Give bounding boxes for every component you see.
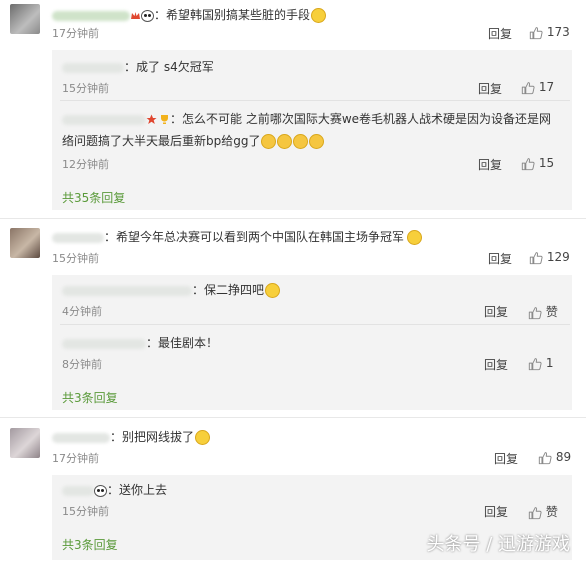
cat-emoji-icon bbox=[407, 230, 423, 245]
crying-emoji-icon bbox=[261, 134, 277, 149]
reply-item: ：成了 s4欠冠军 bbox=[62, 58, 214, 75]
like-count: 89 bbox=[555, 450, 572, 464]
comment-time: 15分钟前 bbox=[52, 252, 99, 265]
watermark: 头条号 / 迅游游戏 bbox=[426, 534, 570, 555]
reply-button[interactable]: 回复 bbox=[484, 503, 508, 520]
comment-text: ：希望今年总决赛可以看到两个中国队在韩国主场争冠军 bbox=[104, 230, 405, 244]
divider bbox=[60, 324, 570, 325]
username[interactable] bbox=[62, 338, 146, 349]
like-count: 1 bbox=[545, 356, 554, 370]
comment-2: ：希望今年总决赛可以看到两个中国队在韩国主场争冠军 bbox=[52, 228, 423, 245]
reply-text: ：怎么不可能 之前哪次国际大赛we卷毛机器人战术硬是因为设备还是网 bbox=[170, 112, 552, 126]
reply-button[interactable]: 回复 bbox=[478, 156, 502, 173]
reply-text: ：成了 s4欠冠军 bbox=[124, 60, 214, 74]
divider bbox=[0, 417, 586, 418]
reply-text-line2: 络问题搞了大半天最后重新bp给gg了 bbox=[62, 132, 325, 149]
star-badge-icon bbox=[146, 114, 157, 125]
username[interactable] bbox=[52, 432, 110, 443]
thumbs-up-icon bbox=[538, 451, 552, 465]
like-button[interactable]: 129 bbox=[529, 250, 570, 265]
reply-item: ：最佳剧本！ bbox=[62, 334, 218, 351]
reply-text: ：送你上去 bbox=[107, 483, 168, 497]
reply-item: ：送你上去 bbox=[62, 481, 167, 498]
like-button[interactable]: 赞 bbox=[528, 503, 558, 520]
reply-time: 8分钟前 bbox=[62, 358, 102, 371]
thumbs-up-icon bbox=[529, 251, 543, 265]
crown-badge-icon bbox=[130, 10, 141, 21]
reply-button[interactable]: 回复 bbox=[488, 250, 512, 267]
divider bbox=[60, 100, 570, 101]
more-replies-link[interactable]: 共3条回复 bbox=[62, 389, 118, 406]
panda-icon bbox=[94, 484, 107, 497]
avatar[interactable] bbox=[10, 4, 40, 34]
comment-text: ：希望韩国别搞某些脏的手段 bbox=[154, 8, 311, 22]
like-button[interactable]: 173 bbox=[529, 25, 570, 40]
like-count: 15 bbox=[538, 156, 555, 170]
avatar[interactable] bbox=[10, 228, 40, 258]
username[interactable] bbox=[52, 10, 130, 21]
like-button[interactable]: 赞 bbox=[528, 303, 558, 320]
smile-emoji-icon bbox=[311, 8, 327, 23]
username[interactable] bbox=[62, 62, 124, 73]
like-button[interactable]: 15 bbox=[521, 156, 554, 171]
trophy-badge-icon bbox=[159, 114, 170, 125]
comment-1: ：希望韩国别搞某些脏的手段 bbox=[52, 6, 327, 23]
username[interactable] bbox=[62, 114, 146, 125]
reply-button[interactable]: 回复 bbox=[478, 80, 502, 97]
reply-button[interactable]: 回复 bbox=[484, 303, 508, 320]
panda-icon bbox=[141, 9, 154, 22]
avatar[interactable] bbox=[10, 428, 40, 458]
crying-emoji-icon bbox=[293, 134, 309, 149]
crying-emoji-icon bbox=[277, 134, 293, 149]
comment-time: 17分钟前 bbox=[52, 452, 99, 465]
comment-3: ：别把网线拔了 bbox=[52, 428, 211, 445]
reply-time: 4分钟前 bbox=[62, 305, 102, 318]
crying-emoji-icon bbox=[309, 134, 325, 149]
comment-text: ：别把网线拔了 bbox=[110, 430, 195, 444]
like-button[interactable]: 89 bbox=[538, 450, 571, 465]
thumbs-up-icon bbox=[529, 26, 543, 40]
reply-text: ：最佳剧本！ bbox=[146, 336, 219, 350]
reply-item: ：怎么不可能 之前哪次国际大赛we卷毛机器人战术硬是因为设备还是网 bbox=[62, 110, 551, 127]
more-replies-link[interactable]: 共35条回复 bbox=[62, 189, 125, 206]
like-count: 17 bbox=[538, 80, 555, 94]
like-button[interactable]: 17 bbox=[521, 80, 554, 95]
username[interactable] bbox=[62, 485, 94, 496]
reply-time: 15分钟前 bbox=[62, 82, 109, 95]
username[interactable] bbox=[62, 285, 192, 296]
reply-button[interactable]: 回复 bbox=[484, 356, 508, 373]
grin-emoji-icon bbox=[265, 283, 281, 298]
username[interactable] bbox=[52, 232, 104, 243]
like-label: 赞 bbox=[545, 305, 558, 319]
divider bbox=[0, 218, 586, 219]
like-count: 173 bbox=[546, 25, 570, 39]
reply-button[interactable]: 回复 bbox=[494, 450, 518, 467]
reply-time: 15分钟前 bbox=[62, 505, 109, 518]
thumbs-up-icon bbox=[521, 157, 535, 171]
thumbs-up-icon bbox=[528, 306, 542, 320]
reply-time: 12分钟前 bbox=[62, 158, 109, 171]
comment-time: 17分钟前 bbox=[52, 27, 99, 40]
like-count: 129 bbox=[546, 250, 570, 264]
thumbs-up-icon bbox=[528, 506, 542, 520]
like-button[interactable]: 1 bbox=[528, 356, 553, 371]
reply-button[interactable]: 回复 bbox=[488, 25, 512, 42]
more-replies-link[interactable]: 共3条回复 bbox=[62, 536, 118, 553]
reply-text: ：保二挣四吧 bbox=[192, 283, 265, 297]
confused-emoji-icon bbox=[195, 430, 211, 445]
thumbs-up-icon bbox=[528, 357, 542, 371]
thumbs-up-icon bbox=[521, 81, 535, 95]
reply-item: ：保二挣四吧 bbox=[62, 281, 281, 298]
like-label: 赞 bbox=[545, 505, 558, 519]
